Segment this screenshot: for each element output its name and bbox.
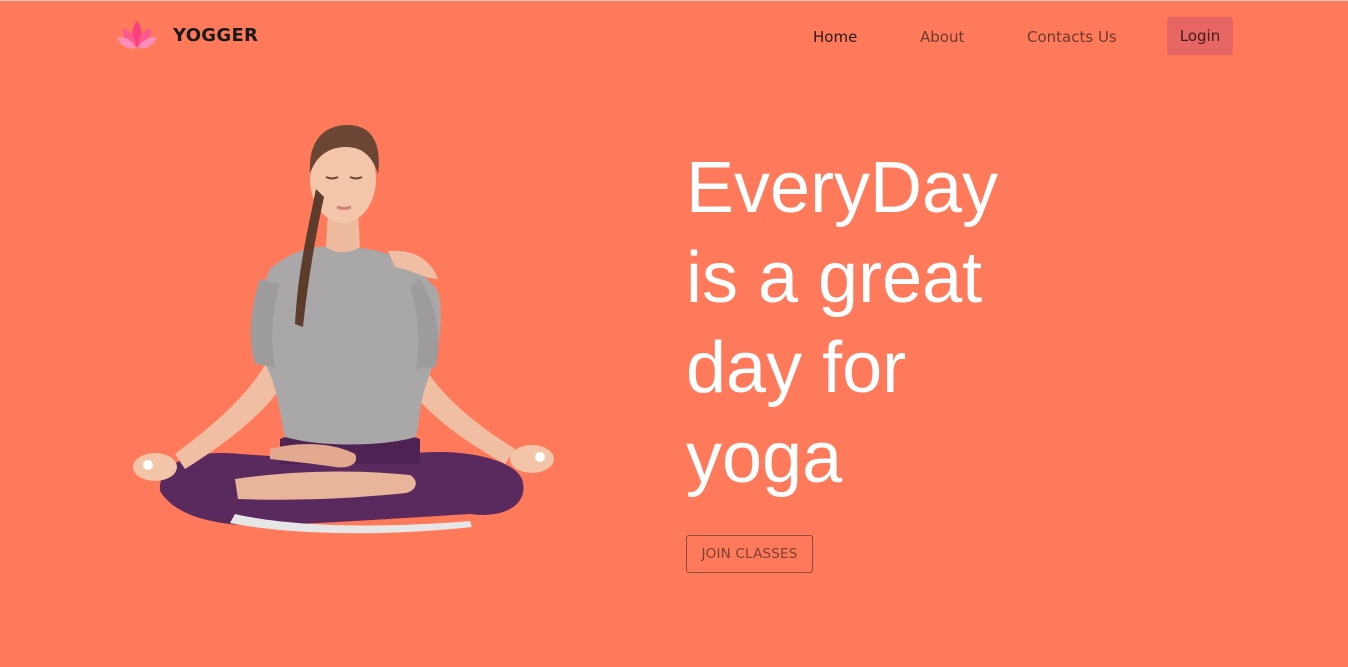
nav-item-home[interactable]: Home <box>813 28 857 46</box>
join-classes-button[interactable]: JOIN CLASSES <box>686 535 813 573</box>
hero-headline-line-3: day for <box>686 328 907 408</box>
hero-headline-line-4: yoga <box>686 418 843 498</box>
hero-section: EveryDay is a great day for yoga <box>686 143 1106 503</box>
meditation-illustration <box>133 125 554 534</box>
hero-headline-line-2: is a great <box>686 238 983 318</box>
nav-item-contacts[interactable]: Contacts Us <box>1027 28 1117 46</box>
hero-headline-line-1: EveryDay <box>686 148 999 228</box>
login-button[interactable]: Login <box>1167 17 1233 55</box>
hero-headline: EveryDay is a great day for yoga <box>686 143 1106 503</box>
nav-item-about[interactable]: About <box>920 28 964 46</box>
landing-page: YOGGER Home About Contacts Us Login Ever… <box>0 0 1348 667</box>
nav-menu: Home About Contacts Us <box>0 1 1348 73</box>
navbar: YOGGER Home About Contacts Us Login <box>0 1 1348 73</box>
woman-meditating-lotus-pose-image <box>120 119 565 539</box>
